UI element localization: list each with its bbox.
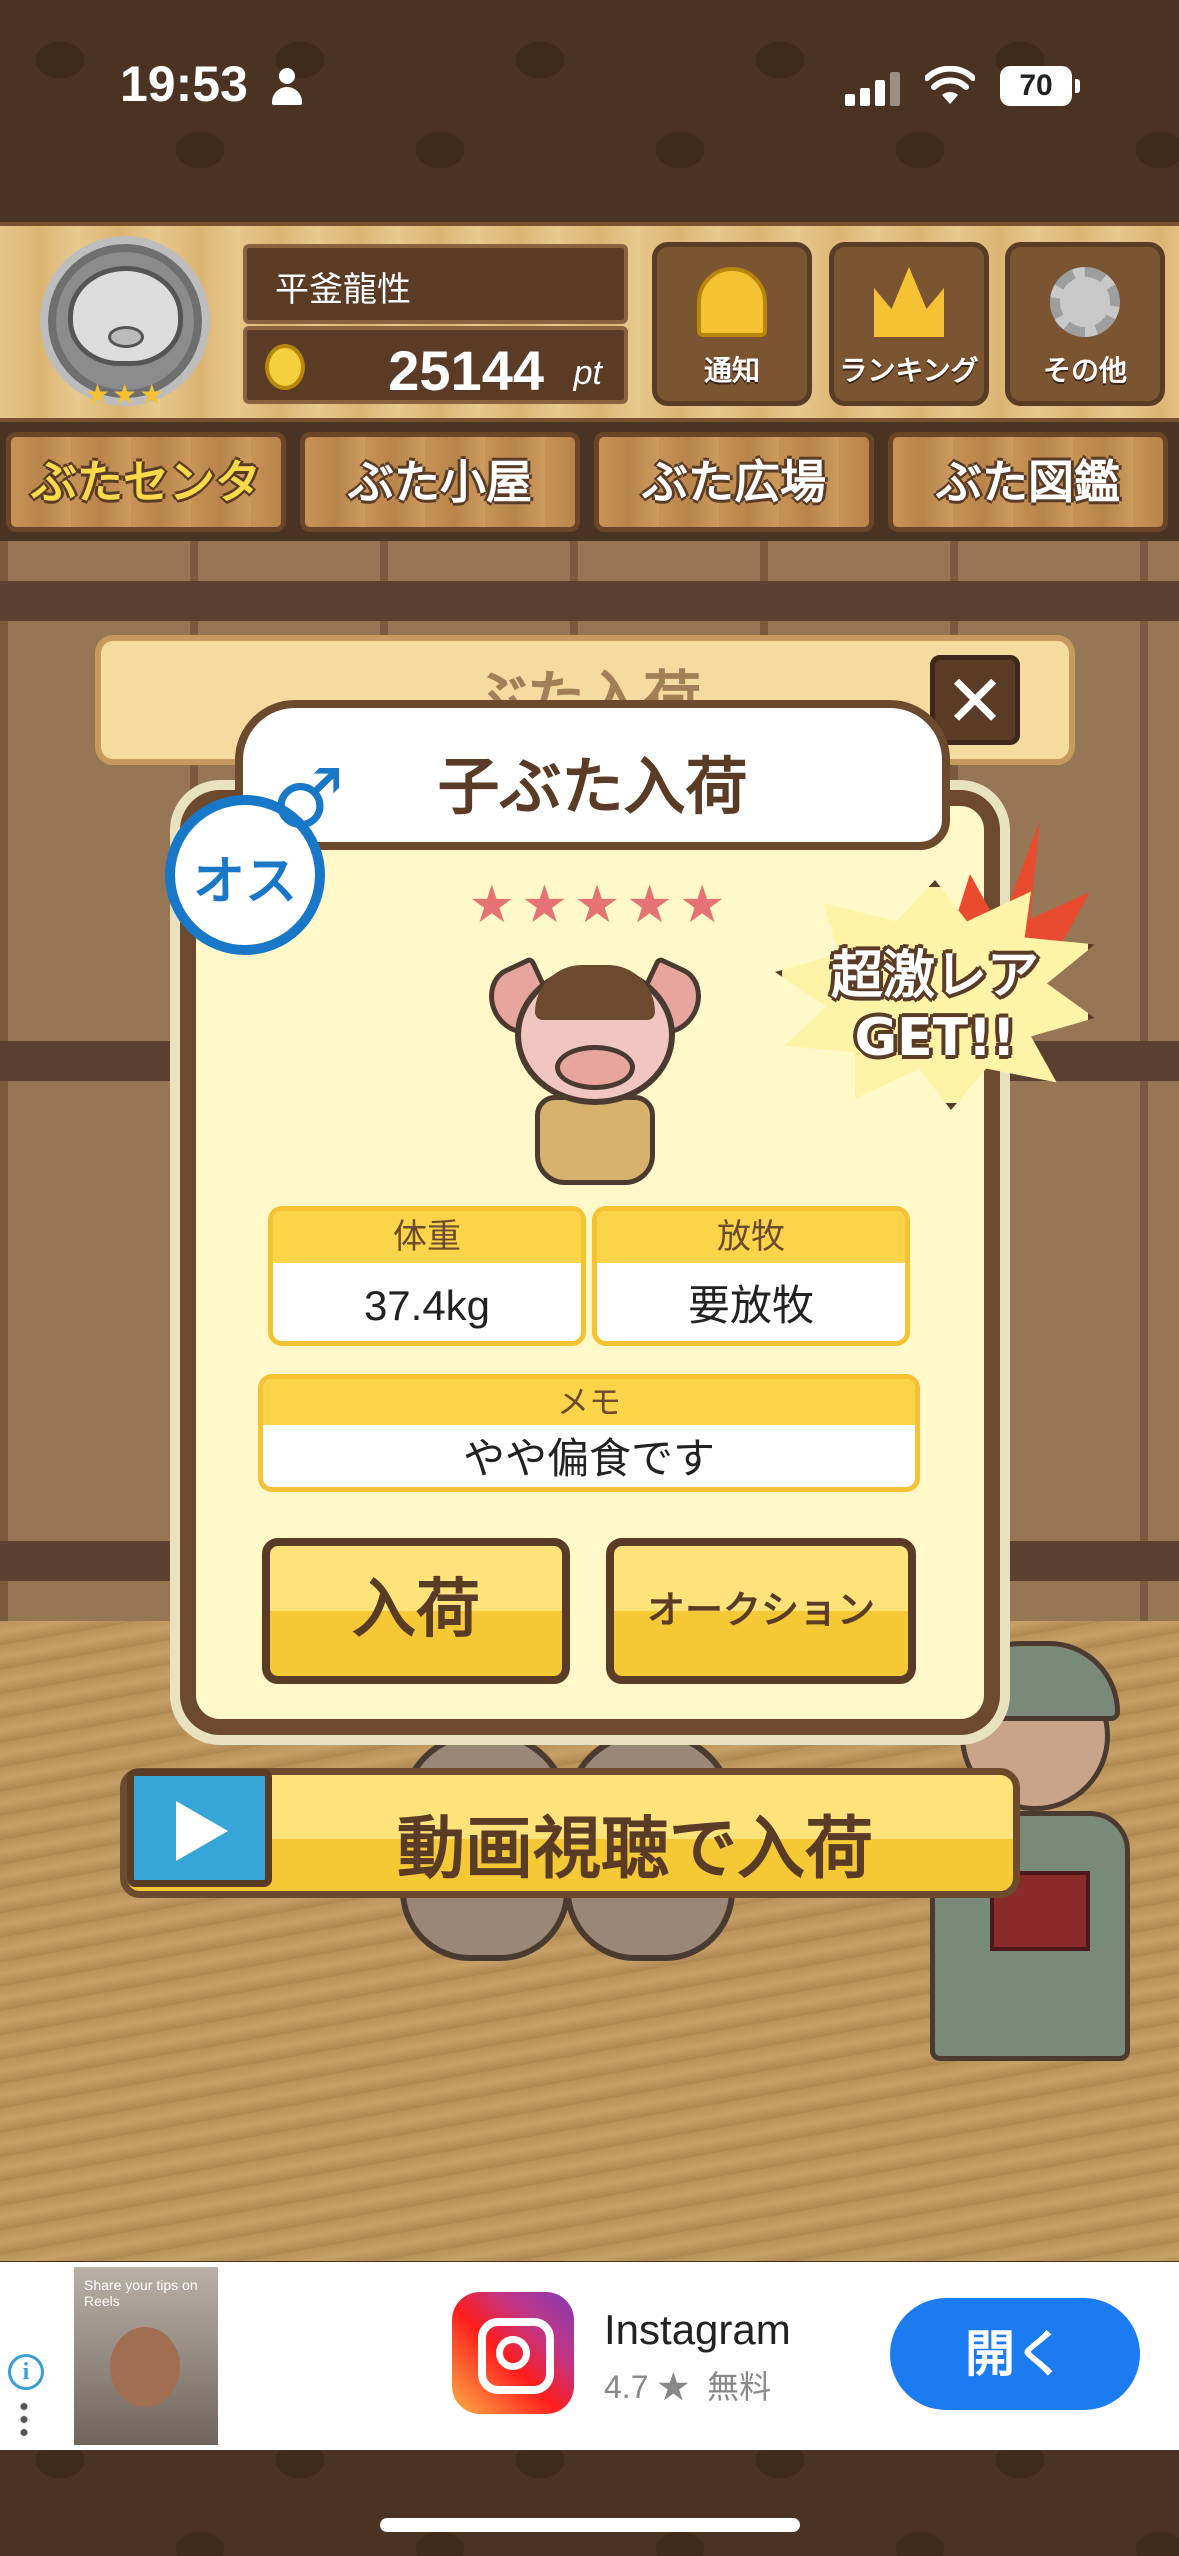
auction-button[interactable]: オークション [606, 1538, 916, 1684]
grazing-value: 要放牧 [687, 1282, 814, 1329]
wifi-icon [925, 66, 975, 104]
memo-label: メモ [263, 1379, 915, 1425]
instagram-app-icon[interactable] [452, 2292, 574, 2414]
ad-banner[interactable]: i Share your tips on Reels Instagram 4.7… [0, 2262, 1179, 2450]
ranking-button[interactable]: ランキング [829, 242, 989, 406]
rarity-stars: ★★★★★ [468, 875, 732, 935]
close-button[interactable]: ✕ [930, 655, 1020, 745]
grazing-card: 放牧 要放牧 [592, 1206, 910, 1346]
tab-buta-plaza[interactable]: ぶた広場 [594, 432, 874, 532]
game-header: ★★★ 平釜龍性 25144 pt 通知 ランキング その他 [0, 222, 1179, 422]
tab-buta-encyclopedia[interactable]: ぶた図鑑 [888, 432, 1168, 532]
battery-indicator: 70 [1000, 66, 1080, 106]
weight-card: 体重 37.4kg [268, 1206, 586, 1346]
coin-icon [265, 344, 305, 390]
ad-app-name: Instagram [604, 2306, 791, 2353]
other-button[interactable]: その他 [1005, 242, 1165, 406]
player-name-box: 平釜龍性 [243, 244, 628, 324]
memo-card: メモ やや偏食です [258, 1374, 920, 1492]
gear-icon [1050, 267, 1120, 337]
grazing-label: 放牧 [597, 1211, 905, 1263]
male-symbol-icon: ♂ [271, 752, 345, 847]
more-options-icon[interactable] [20, 2400, 28, 2440]
piglet-image [478, 945, 712, 1185]
tab-buta-center[interactable]: ぶたセンター [6, 432, 286, 599]
video-play-icon [127, 1769, 272, 1887]
home-indicator[interactable] [380, 2518, 800, 2532]
gender-label: オス [192, 852, 297, 912]
other-label: その他 [1042, 354, 1127, 387]
points-value: 25144 [388, 339, 544, 402]
person-icon [270, 68, 304, 108]
crown-icon [874, 267, 944, 337]
player-avatar[interactable]: ★★★ [30, 236, 220, 416]
status-bar: 19:53 70 [0, 0, 1179, 175]
ad-price: 無料 [707, 2369, 772, 2405]
notification-label: 通知 [703, 354, 760, 387]
main-tabs: ぶたセンター ぶた小屋 ぶた広場 ぶた図鑑 [0, 426, 1179, 599]
watch-video-button[interactable]: 動画視聴で入荷 [120, 1768, 1020, 1898]
signal-icon [845, 70, 905, 106]
weight-label: 体重 [273, 1211, 581, 1263]
points-box: 25144 pt [243, 326, 628, 404]
notification-button[interactable]: 通知 [652, 242, 812, 406]
player-name: 平釜龍性 [275, 270, 411, 310]
ad-thumbnail[interactable]: Share your tips on Reels [74, 2267, 218, 2445]
avatar-rank-stars: ★★★ [85, 378, 167, 411]
ad-rating-value: 4.7 ★ [604, 2369, 690, 2405]
pig-avatar-icon [68, 266, 183, 366]
ad-info-icon[interactable]: i [8, 2354, 44, 2390]
tab-buta-hut[interactable]: ぶた小屋 [300, 432, 580, 532]
male-gender-badge: オス ♂ [165, 759, 345, 955]
ad-open-button[interactable]: 開く [890, 2298, 1140, 2410]
points-unit: pt [573, 354, 602, 392]
status-time: 19:53 [120, 56, 248, 112]
watch-video-label: 動画視聴で入荷 [396, 1810, 873, 1889]
modal-title: 子ぶた入荷 [437, 750, 748, 823]
ranking-label: ランキング [839, 354, 979, 387]
bell-icon [697, 267, 767, 337]
accept-button[interactable]: 入荷 [262, 1538, 570, 1684]
weight-value: 37.4kg [363, 1282, 491, 1329]
ad-app-rating: 4.7 ★ 無料 [604, 2362, 771, 2408]
farmer-character [900, 1641, 1140, 2161]
ad-thumbnail-text: Share your tips on Reels [84, 2277, 198, 2309]
memo-value: やや偏食です [462, 1434, 715, 1483]
rarity-label: 超激レア GET!! [830, 946, 1039, 1068]
